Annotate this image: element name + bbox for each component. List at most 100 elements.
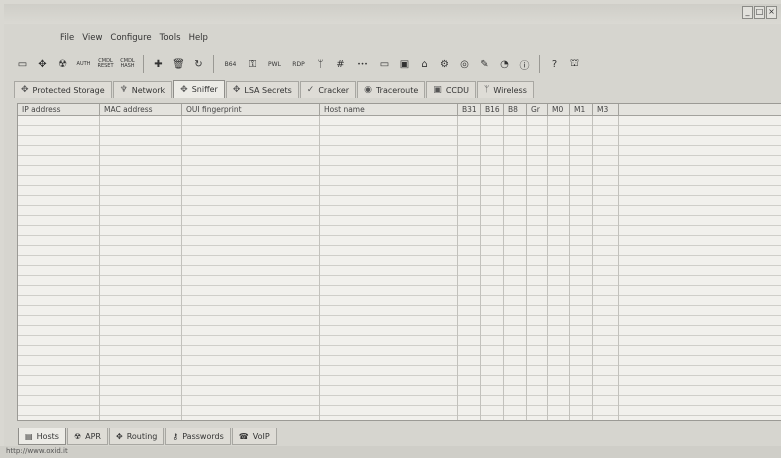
menu-configure[interactable]: Configure: [110, 33, 151, 43]
column-divider: [181, 116, 182, 420]
hosts-icon: ▤: [25, 431, 33, 441]
menu-view[interactable]: View: [82, 33, 102, 43]
cmdl-reset-icon[interactable]: CMDL RESET: [96, 56, 115, 73]
tab-label: Network: [131, 85, 166, 95]
column-header-m0[interactable]: M0: [548, 104, 570, 115]
column-header-mac-address[interactable]: MAC address: [100, 104, 182, 115]
minimize-button[interactable]: _: [742, 6, 753, 19]
delete-icon[interactable]: 🗑: [170, 56, 187, 73]
auth-icon[interactable]: AUTH: [74, 56, 93, 73]
traceroute-icon: ◉: [364, 85, 372, 95]
subtab-label: APR: [85, 431, 101, 441]
routing-icon: ✥: [115, 431, 123, 441]
subtab-label: Passwords: [182, 431, 224, 441]
disk-icon[interactable]: ◎: [456, 56, 473, 73]
dots-icon[interactable]: •••: [352, 56, 373, 73]
protected-storage-icon: ✥: [21, 85, 29, 95]
card-icon[interactable]: ▭: [376, 56, 393, 73]
column-header-gr[interactable]: Gr: [527, 104, 548, 115]
sniffer-icon: ✥: [180, 84, 188, 95]
column-header-b8[interactable]: B8: [504, 104, 527, 115]
exit-icon[interactable]: ⛫: [566, 56, 583, 73]
sniffer-icon[interactable]: ✥: [34, 56, 51, 73]
open-icon[interactable]: ▭: [14, 56, 31, 73]
base64-icon[interactable]: B64: [220, 56, 241, 73]
title-bar: _ □ ×: [4, 4, 781, 24]
tab-label: Protected Storage: [32, 85, 105, 95]
wifi-icon[interactable]: ◔: [496, 56, 513, 73]
column-header-host-name[interactable]: Host name: [320, 104, 458, 115]
lsa-secrets-icon: ✥: [232, 85, 241, 95]
apr-icon[interactable]: ☢: [54, 56, 71, 73]
wireless-icon: ᛘ: [484, 85, 490, 95]
tab-label: Traceroute: [375, 85, 419, 95]
subtab-label: VoIP: [252, 431, 270, 441]
subtab-label: Hosts: [36, 431, 59, 441]
application-window: _ □ × File View Configure Tools Help ▭ ✥ ☢…: [4, 4, 781, 458]
rdp-icon[interactable]: RDP: [288, 56, 309, 73]
cisco-icon[interactable]: ✎: [476, 56, 493, 73]
toolbar-separator: [143, 55, 144, 73]
refresh-icon[interactable]: ↻: [190, 56, 207, 73]
column-header-m1[interactable]: M1: [570, 104, 593, 115]
tab-network[interactable]: ♆ Network: [112, 81, 173, 98]
menu-help[interactable]: Help: [189, 33, 208, 43]
network-icon: ♆: [119, 85, 128, 95]
cracker-icon: ✓: [306, 85, 315, 95]
window-controls: _ □ ×: [742, 6, 777, 19]
tab-label: Cracker: [318, 85, 350, 95]
tab-protected-storage[interactable]: ✥ Protected Storage: [14, 81, 112, 98]
tab-cracker[interactable]: ✓ Cracker: [299, 81, 357, 98]
close-button[interactable]: ×: [766, 6, 777, 19]
hosts-table[interactable]: IP address MAC address OUI fingerprint Host…: [17, 103, 781, 421]
column-header-ip-address[interactable]: IP address: [18, 104, 100, 115]
tab-sniffer[interactable]: ✥ Sniffer: [173, 80, 225, 98]
subtab-apr[interactable]: ☢ APR: [66, 428, 108, 445]
subtab-voip[interactable]: ☎ VoIP: [231, 428, 277, 445]
toolbar: ▭ ✥ ☢ AUTH CMDL RESET CMDL HASH ✚ 🗑 ↻ B64 ⚿ PWL RDP ᛘ…: [14, 52, 774, 76]
column-divider: [503, 116, 504, 420]
tab-ccdu[interactable]: ▣ CCDU: [426, 81, 476, 98]
tab-lsa-secrets[interactable]: ✥ LSA Secrets: [225, 81, 299, 98]
monitor-icon[interactable]: ▣: [396, 56, 413, 73]
apr-icon: ☢: [73, 431, 82, 441]
subtab-routing[interactable]: ✥ Routing: [108, 428, 165, 445]
help-icon[interactable]: ?: [546, 56, 563, 73]
pass-icon[interactable]: ⚿: [244, 56, 261, 73]
maximize-button[interactable]: □: [754, 6, 765, 19]
passwords-icon: ⚷: [172, 431, 179, 441]
info-icon[interactable]: ⓘ: [516, 56, 533, 73]
status-text: http://www.oxid.it: [6, 447, 68, 455]
column-header-b31[interactable]: B31: [458, 104, 481, 115]
column-divider: [480, 116, 481, 420]
add-icon[interactable]: ✚: [150, 56, 167, 73]
toolbar-separator: [539, 55, 540, 73]
tab-label: LSA Secrets: [244, 85, 292, 95]
tab-traceroute[interactable]: ◉ Traceroute: [357, 81, 426, 98]
pwl-icon[interactable]: PWL: [264, 56, 285, 73]
voip-icon: ☎: [238, 431, 249, 441]
menu-tools[interactable]: Tools: [160, 33, 181, 43]
column-header-m3[interactable]: M3: [593, 104, 619, 115]
column-divider: [99, 116, 100, 420]
tab-label: CCDU: [445, 85, 469, 95]
subtab-passwords[interactable]: ⚷ Passwords: [165, 428, 231, 445]
wireless-icon[interactable]: ᛘ: [312, 56, 329, 73]
tab-label: Wireless: [493, 85, 527, 95]
cmdl-hash-icon[interactable]: CMDL HASH: [118, 56, 137, 73]
column-header-oui-fingerprint[interactable]: OUI fingerprint: [182, 104, 320, 115]
column-divider: [526, 116, 527, 420]
network-icon[interactable]: ⚙: [436, 56, 453, 73]
column-divider: [618, 116, 619, 420]
hash-icon[interactable]: #: [332, 56, 349, 73]
column-divider: [319, 116, 320, 420]
router-icon[interactable]: ⌂: [416, 56, 433, 73]
subtab-hosts[interactable]: ▤ Hosts: [18, 428, 66, 445]
column-divider: [457, 116, 458, 420]
menu-file[interactable]: File: [60, 33, 74, 43]
column-divider: [592, 116, 593, 420]
sniffer-subtabs: ▤ Hosts ☢ APR ✥ Routing ⚷ Passwords ☎ VoIP: [18, 428, 278, 445]
column-header-b16[interactable]: B16: [481, 104, 504, 115]
status-bar: http://www.oxid.it: [0, 446, 781, 458]
tab-wireless[interactable]: ᛘ Wireless: [477, 81, 534, 98]
